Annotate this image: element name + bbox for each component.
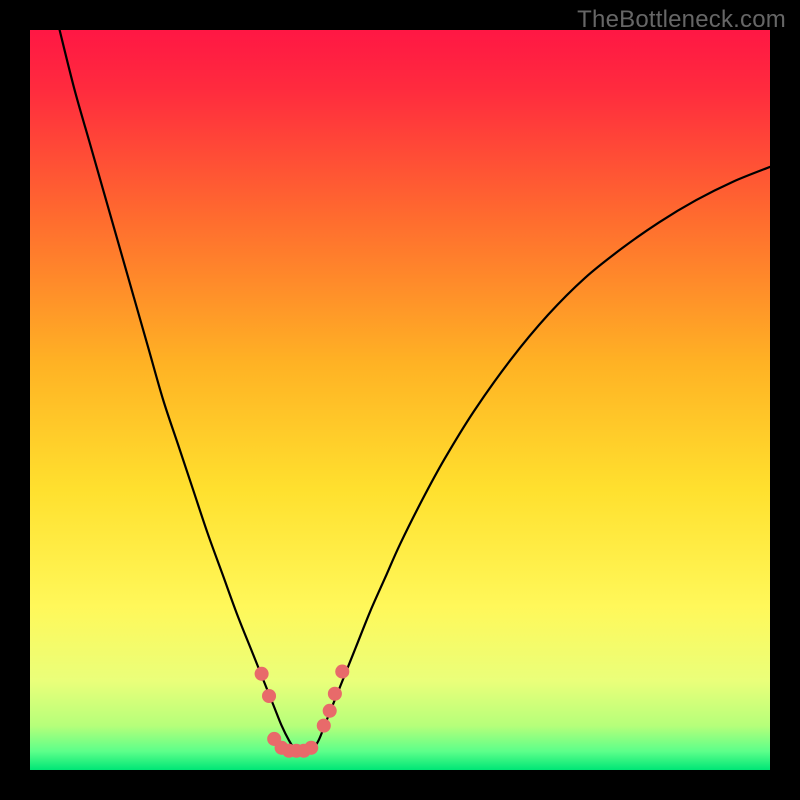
gradient-background [30, 30, 770, 770]
chart-frame: TheBottleneck.com [0, 0, 800, 800]
highlight-dot [262, 689, 276, 703]
highlight-dot [317, 719, 331, 733]
bottleneck-chart [30, 30, 770, 770]
highlight-dot [328, 687, 342, 701]
plot-area [30, 30, 770, 770]
highlight-dot [255, 667, 269, 681]
highlight-dot [304, 741, 318, 755]
highlight-dot [323, 704, 337, 718]
highlight-dot [335, 665, 349, 679]
